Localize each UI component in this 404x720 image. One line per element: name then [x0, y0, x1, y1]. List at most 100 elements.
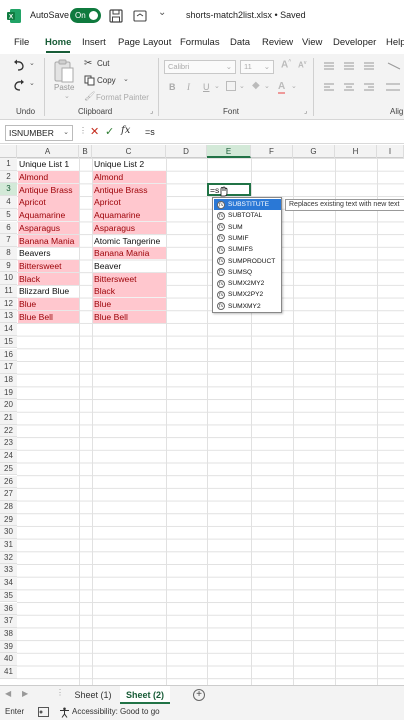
- row-header[interactable]: 5: [0, 208, 17, 222]
- cell-a1[interactable]: Unique List 1: [18, 158, 79, 170]
- paste-dropdown-icon[interactable]: ⌄: [64, 92, 70, 100]
- cell-c4[interactable]: Apricot: [93, 196, 166, 209]
- alignment-icons[interactable]: [320, 60, 404, 100]
- row-header[interactable]: 17: [0, 361, 17, 374]
- row-header[interactable]: 2: [0, 170, 17, 184]
- macro-recording-icon[interactable]: [38, 707, 49, 717]
- cell-c6[interactable]: Asparagus: [93, 221, 166, 234]
- row-header[interactable]: 38: [0, 627, 17, 641]
- font-color-dropdown-icon[interactable]: ⌄: [291, 82, 297, 90]
- column-header-e[interactable]: E: [207, 145, 251, 158]
- sheet-tab-1[interactable]: Sheet (1): [68, 686, 118, 704]
- column-header-f[interactable]: F: [251, 145, 293, 158]
- column-header-b[interactable]: B: [79, 145, 92, 158]
- tab-page-layout[interactable]: Page Layout: [118, 37, 171, 48]
- autocomplete-item-sumproduct[interactable]: fx SUMPRODUCT: [214, 256, 281, 267]
- autocomplete-item-substitute[interactable]: fx SUBSTITUTE: [214, 199, 281, 211]
- tab-data[interactable]: Data: [230, 37, 250, 48]
- row-header[interactable]: 16: [0, 348, 17, 362]
- copy-label[interactable]: Copy: [97, 76, 116, 85]
- column-header-a[interactable]: A: [17, 145, 79, 158]
- increase-font-icon[interactable]: A^: [281, 59, 291, 70]
- italic-button[interactable]: I: [187, 82, 190, 92]
- row-header[interactable]: 12: [0, 297, 17, 311]
- cell-a9[interactable]: Bittersweet: [18, 259, 79, 273]
- cell-c7[interactable]: Atomic Tangerine: [93, 235, 166, 247]
- row-header[interactable]: 4: [0, 196, 17, 209]
- copy-dropdown-icon[interactable]: ⌄: [123, 75, 129, 83]
- row-header[interactable]: 11: [0, 285, 17, 298]
- column-header-i[interactable]: I: [377, 145, 404, 158]
- redo-dropdown-icon[interactable]: ⌄: [29, 79, 35, 87]
- borders-dropdown-icon[interactable]: ⌄: [239, 82, 245, 90]
- font-name-combo[interactable]: Calibri ⌄: [164, 60, 236, 74]
- row-header[interactable]: 13: [0, 310, 17, 324]
- insert-function-button[interactable]: fx: [121, 125, 130, 136]
- row-header[interactable]: 3: [0, 183, 17, 197]
- select-all-corner[interactable]: [0, 145, 17, 158]
- document-title[interactable]: shorts-match2list.xlsx • Saved: [186, 10, 306, 20]
- row-header[interactable]: 30: [0, 526, 17, 539]
- row-header[interactable]: 26: [0, 475, 17, 489]
- font-color-icon[interactable]: A: [278, 81, 286, 94]
- row-header[interactable]: 32: [0, 551, 17, 565]
- cell-c9[interactable]: Beaver: [93, 260, 166, 272]
- row-header[interactable]: 39: [0, 640, 17, 654]
- row-header[interactable]: 19: [0, 386, 17, 400]
- cell-c13[interactable]: Blue Bell: [93, 310, 166, 323]
- font-size-combo[interactable]: 11 ⌄: [240, 60, 274, 74]
- row-header[interactable]: 10: [0, 272, 17, 285]
- decrease-font-icon[interactable]: Av: [298, 60, 307, 70]
- font-launcher-icon[interactable]: ⌟: [304, 107, 307, 115]
- cut-label[interactable]: Cut: [97, 59, 109, 68]
- column-header-g[interactable]: G: [293, 145, 335, 158]
- name-box[interactable]: ISNUMBER ⌄: [5, 125, 73, 141]
- accessibility-status[interactable]: Accessibility: Good to go: [72, 704, 160, 720]
- row-header[interactable]: 22: [0, 424, 17, 438]
- underline-dropdown-icon[interactable]: ⌄: [214, 82, 220, 90]
- cell-a4[interactable]: Apricot: [18, 196, 79, 209]
- column-header-c[interactable]: C: [92, 145, 166, 158]
- row-header[interactable]: 20: [0, 399, 17, 412]
- cell-c1[interactable]: Unique List 2: [93, 158, 166, 170]
- row-header[interactable]: 37: [0, 615, 17, 628]
- row-header[interactable]: 36: [0, 602, 17, 616]
- cancel-icon[interactable]: ✕: [90, 126, 99, 138]
- cell-a10[interactable]: Black: [18, 272, 79, 285]
- row-header[interactable]: 1: [0, 158, 17, 171]
- scissors-icon[interactable]: ✂: [84, 58, 92, 69]
- row-header[interactable]: 23: [0, 437, 17, 451]
- undo-dropdown-icon[interactable]: ⌄: [29, 59, 35, 67]
- copy-icon[interactable]: [84, 75, 95, 86]
- redo-icon[interactable]: [12, 78, 26, 92]
- row-header[interactable]: 24: [0, 450, 17, 463]
- tab-home[interactable]: Home: [45, 37, 71, 48]
- underline-button[interactable]: U: [203, 82, 210, 92]
- bold-button[interactable]: B: [169, 82, 176, 92]
- autocomplete-item-subtotal[interactable]: fx SUBTOTAL: [214, 210, 281, 221]
- fill-color-icon[interactable]: ◆: [252, 80, 260, 91]
- clipboard-launcher-icon[interactable]: ⌟: [150, 107, 153, 115]
- cell-a12[interactable]: Blue: [18, 298, 79, 311]
- autocomplete-item-sumifs[interactable]: fx SUMIFS: [214, 244, 281, 255]
- row-header[interactable]: 29: [0, 513, 17, 527]
- row-header[interactable]: 21: [0, 412, 17, 425]
- save-icon[interactable]: [108, 8, 124, 24]
- autosave-toggle[interactable]: On: [70, 8, 101, 23]
- tab-formulas[interactable]: Formulas: [180, 37, 220, 48]
- active-cell-e3[interactable]: =s: [207, 183, 251, 196]
- cell-a11[interactable]: Blizzard Blue: [18, 285, 79, 297]
- tab-file[interactable]: File: [14, 37, 29, 48]
- cell-c11[interactable]: Black: [93, 285, 166, 298]
- tab-insert[interactable]: Insert: [82, 37, 106, 48]
- tab-view[interactable]: View: [302, 37, 322, 48]
- sheet-options-icon[interactable]: ⋮: [56, 688, 64, 697]
- format-painter-icon[interactable]: 🖌: [84, 91, 95, 102]
- column-header-h[interactable]: H: [335, 145, 377, 158]
- next-sheet-icon[interactable]: ▶: [22, 689, 28, 698]
- autocomplete-item-sumx2my2[interactable]: fx SUMX2MY2: [214, 278, 281, 289]
- cell-a5[interactable]: Aquamarine: [18, 209, 79, 222]
- paste-label[interactable]: Paste: [54, 83, 74, 92]
- autocomplete-item-sumxmy2[interactable]: fx SUMXMY2: [214, 301, 281, 312]
- row-header[interactable]: 40: [0, 653, 17, 666]
